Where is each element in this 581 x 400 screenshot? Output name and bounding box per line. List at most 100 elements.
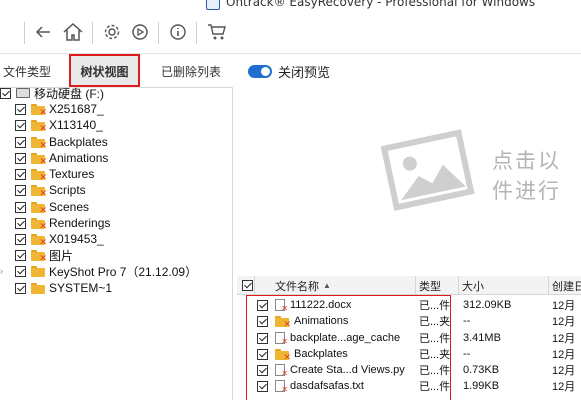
preview-hint-text: 点击以 件进行	[492, 146, 561, 206]
tree-item[interactable]: ✕ Scenes	[15, 199, 89, 215]
tree-item[interactable]: ✕ Textures	[15, 166, 94, 182]
table-row[interactable]: ✕ Create Sta...d Views.py 已...件 0.73KB 12…	[237, 362, 581, 378]
file-name: Create Sta...d Views.py	[290, 364, 405, 376]
tree-item[interactable]: ✕ Animations	[15, 150, 108, 166]
header-name[interactable]: 文件名称 ▲	[255, 276, 416, 295]
tab-label: 已删除列表	[160, 64, 221, 79]
preview-toggle[interactable]: 关闭预览	[248, 62, 330, 81]
scan-button[interactable]	[129, 20, 151, 44]
header-type[interactable]: 类型	[416, 276, 459, 295]
preview-toggle-label: 关闭预览	[278, 65, 331, 80]
cart-icon	[208, 24, 226, 40]
title-bar: Ontrack® EasyRecovery - Professional for…	[0, 0, 581, 12]
checkbox[interactable]	[15, 201, 26, 213]
header-select-all[interactable]	[237, 276, 255, 295]
select-all-checkbox[interactable]	[242, 280, 253, 291]
toolbar-separator	[196, 22, 197, 44]
tree-item-label: 图片	[49, 248, 74, 263]
deleted-folder-icon: ✕	[31, 201, 47, 214]
info-button[interactable]	[167, 20, 189, 44]
header-label: 大小	[462, 280, 484, 293]
file-date: 12月	[552, 381, 576, 393]
file-name: backplate...age_cache	[290, 332, 401, 344]
tree-item-label: Textures	[49, 167, 95, 181]
file-date: 12月	[552, 333, 576, 345]
table-row[interactable]: ✕ dasdafsafas.txt 已...件 1.99KB 12月	[237, 378, 581, 394]
tree-item-label: X251687_	[49, 102, 104, 116]
deleted-folder-icon: ✕	[31, 119, 47, 132]
row-checkbox[interactable]	[257, 300, 268, 311]
deleted-folder-icon: ✕	[275, 315, 291, 328]
file-size: --	[463, 348, 471, 360]
tab-deleted-list[interactable]: 已删除列表	[150, 54, 232, 88]
tree-item[interactable]: ✕ Backplates	[15, 134, 108, 150]
deleted-file-icon: ✕	[275, 332, 288, 346]
row-checkbox[interactable]	[257, 333, 268, 344]
file-size: 3.41MB	[463, 332, 501, 344]
file-date: 12月	[552, 316, 576, 328]
folder-icon	[31, 265, 45, 277]
folder-tree: 移动硬盘 (F:) ✕ X251687_ ✕ X113140_ ✕ Backpl…	[0, 85, 233, 400]
table-row[interactable]: ✕ 111222.docx 已...件 312.09KB 12月	[237, 297, 581, 313]
tree-item-label: 移动硬盘 (F:)	[34, 86, 104, 101]
tree-item[interactable]: ✕ X251687_	[15, 101, 104, 117]
settings-button[interactable]	[101, 20, 123, 44]
row-checkbox[interactable]	[257, 365, 268, 376]
checkbox[interactable]	[15, 119, 26, 131]
row-checkbox[interactable]	[257, 349, 268, 360]
back-button[interactable]	[33, 20, 53, 44]
deleted-folder-icon: ✕	[31, 217, 47, 230]
preview-hint-line: 点击以	[492, 149, 561, 173]
file-type: 已...夹	[419, 316, 451, 328]
checkbox[interactable]	[15, 184, 26, 196]
checkbox[interactable]	[15, 168, 26, 180]
cart-button[interactable]	[205, 20, 229, 44]
file-type: 已...夹	[419, 349, 451, 361]
checkbox[interactable]	[15, 136, 26, 148]
file-date: 12月	[552, 349, 576, 361]
table-row[interactable]: ✕ Animations 已...夹 -- 12月	[237, 313, 581, 329]
tree-item-label: Renderings	[49, 216, 111, 230]
checkbox[interactable]	[15, 217, 26, 229]
home-button[interactable]	[61, 20, 85, 44]
deleted-folder-icon: ✕	[31, 184, 47, 197]
file-size: 1.99KB	[463, 380, 500, 392]
window-title: Ontrack® EasyRecovery - Professional for…	[226, 0, 536, 9]
checkbox[interactable]	[15, 152, 26, 164]
tree-item[interactable]: ✕ Renderings	[15, 215, 110, 231]
header-size[interactable]: 大小	[459, 276, 549, 295]
tree-item-label: X113140_	[49, 118, 103, 132]
header-date[interactable]: 创建日	[549, 276, 581, 295]
gear-icon	[104, 24, 120, 40]
checkbox[interactable]	[15, 103, 26, 115]
tree-item[interactable]: SYSTEM~1	[15, 280, 112, 296]
tree-root[interactable]: 移动硬盘 (F:)	[0, 85, 104, 101]
row-checkbox[interactable]	[257, 381, 268, 392]
file-size: 312.09KB	[463, 299, 512, 311]
tab-file-type[interactable]: 文件类型	[0, 54, 60, 88]
tree-item[interactable]: ✕ X019453_	[15, 231, 104, 247]
row-checkbox[interactable]	[257, 316, 268, 327]
tree-item-label: SYSTEM~1	[49, 281, 113, 295]
toggle-switch[interactable]	[248, 65, 272, 78]
tree-item[interactable]: ✕ Scripts	[15, 182, 86, 198]
file-type: 已...件	[419, 381, 451, 393]
home-icon	[63, 22, 83, 41]
table-row[interactable]: ✕ Backplates 已...夹 -- 12月	[237, 346, 581, 362]
checkbox[interactable]	[15, 249, 26, 261]
tree-item-label: X019453_	[49, 232, 104, 246]
table-row[interactable]: ✕ backplate...age_cache 已...件 3.41MB 12月	[237, 330, 581, 346]
tree-item[interactable]: ✕ X113140_	[15, 117, 103, 133]
expand-chevron-icon[interactable]: ›	[0, 266, 3, 276]
tree-item[interactable]: ✕ 图片	[15, 247, 73, 263]
checkbox[interactable]	[15, 233, 26, 245]
file-name: Backplates	[294, 348, 348, 360]
checkbox[interactable]	[0, 87, 11, 99]
toolbar-separator	[158, 22, 159, 44]
checkbox[interactable]	[15, 265, 26, 277]
file-type: 已...件	[419, 333, 451, 345]
tab-tree-view[interactable]: 树状视图	[69, 54, 140, 88]
checkbox[interactable]	[15, 282, 26, 294]
tree-item[interactable]: › KeyShot Pro 7（21.12.09）	[0, 263, 197, 279]
scan-icon	[132, 24, 148, 40]
